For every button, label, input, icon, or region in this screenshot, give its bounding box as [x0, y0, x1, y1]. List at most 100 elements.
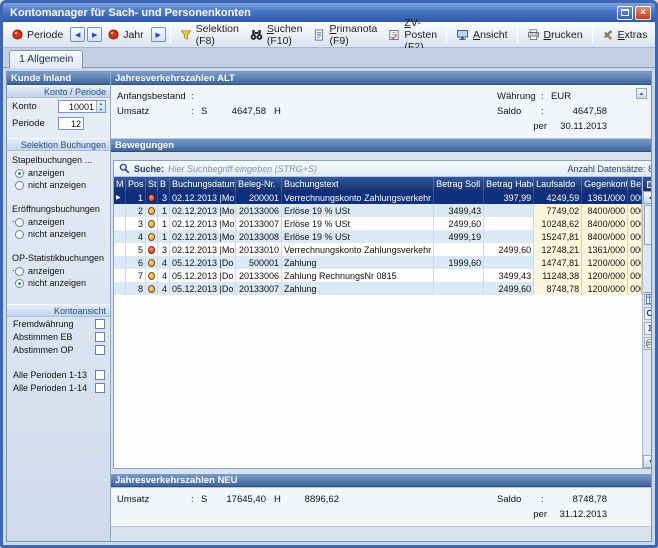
haben-indicator: H — [274, 494, 287, 505]
grid-side-tools: Σ — [643, 292, 652, 350]
column-header-m[interactable]: M — [114, 177, 126, 191]
column-header-be[interactable]: Be — [628, 177, 642, 191]
toolbar-ansicht-button[interactable]: Ansicht — [451, 26, 512, 44]
cell-be: 000 — [628, 217, 642, 230]
per-date: 31.12.2013 — [551, 509, 607, 520]
table-row[interactable]: 5302.12.2013 |Mo20133010Verrechnungskont… — [114, 243, 642, 256]
konto-input[interactable]: 10001▲▼ — [58, 100, 106, 113]
toolbar-suchen-label: Suchen (F10) — [267, 23, 303, 47]
radio-op-statistikbuchungen-nicht-anzeigen[interactable]: nicht anzeigen — [7, 277, 110, 289]
close-button[interactable]: × — [635, 6, 651, 20]
cell-buchungstext: Erlöse 19 % USt — [282, 230, 434, 243]
sum-tool-button[interactable]: Σ — [644, 322, 652, 335]
column-header-beleg-nr[interactable]: Beleg-Nr. — [236, 177, 282, 191]
saldo-value: 4647,58 — [551, 106, 607, 117]
grid-corner-button[interactable] — [643, 177, 652, 191]
scrollbar-thumb[interactable] — [644, 205, 652, 245]
search-input[interactable]: Hier Suchbegriff eingeben (STRG+S) — [168, 164, 564, 174]
scroll-up-button[interactable]: ▲ — [643, 191, 652, 204]
columns-tool-button[interactable] — [644, 292, 652, 305]
radio-stapelbuchungen-nicht-anzeigen[interactable]: nicht anzeigen — [7, 179, 110, 191]
bewegungen-header: Bewegungen — [111, 139, 651, 152]
period-checkboxes: Alle Perioden 1-13Alle Perioden 1-14 — [7, 368, 110, 394]
toolbar-drucken-button[interactable]: Drucken — [522, 26, 588, 44]
toolbar-jahr-label: Jahr — [123, 29, 143, 41]
print-tool-button[interactable] — [644, 337, 652, 350]
colon: : — [541, 91, 551, 102]
table-row[interactable]: 6405.12.2013 |Do500001Zahlung1999,601474… — [114, 256, 642, 269]
column-header-gegenkonto[interactable]: Gegenkonto — [582, 177, 628, 191]
toolbar-jahr-right-button[interactable]: ▶ — [151, 27, 166, 42]
checkbox-row-abstimmen-eb[interactable]: Abstimmen EB — [7, 330, 110, 343]
alt-scroll-up-button[interactable]: ▲ — [636, 88, 647, 99]
scroll-down-button[interactable]: ▼ — [643, 455, 652, 468]
toolbar-periode-button[interactable]: Periode — [7, 26, 68, 44]
cell-buchungstext: Verrechnungskonto Zahlungsverkehr — [282, 243, 434, 256]
status-icon — [148, 259, 155, 267]
window-title: Kontomanager für Sach- und Personenkonte… — [10, 7, 615, 19]
konto-label: Konto — [12, 101, 37, 112]
checkbox-row-alle-perioden-1-14[interactable]: Alle Perioden 1-14 — [7, 381, 110, 394]
periode-input[interactable]: 12 — [58, 117, 84, 130]
table-row[interactable]: 8405.12.2013 |Do20133007Zahlung2499,6087… — [114, 282, 642, 295]
search-tool-button[interactable] — [644, 307, 652, 320]
view-icon — [456, 29, 469, 41]
toolbar-extras-button[interactable]: Extras — [597, 26, 653, 44]
maximize-icon — [621, 9, 629, 16]
toolbar-periode-label: Periode — [27, 29, 63, 41]
umsatz-label: Umsatz — [117, 494, 191, 505]
checkbox-row-alle-perioden-1-13[interactable]: Alle Perioden 1-13 — [7, 368, 110, 381]
column-header-b[interactable]: B — [158, 177, 170, 191]
toolbar-jahr-button[interactable]: Jahr — [103, 26, 148, 44]
table-row[interactable]: 3102.12.2013 |Mo20133007Erlöse 19 % USt2… — [114, 217, 642, 230]
checkbox-row-abstimmen-op[interactable]: Abstimmen OP — [7, 343, 110, 356]
column-header-betrag-soll[interactable]: Betrag Soll — [434, 177, 484, 191]
vertical-scrollbar[interactable]: ▲ Σ ▼ — [642, 177, 652, 468]
column-header-laufsaldo[interactable]: Laufsaldo — [534, 177, 582, 191]
toolbar-selektion-button[interactable]: Selektion (F8) — [175, 20, 244, 50]
column-header-buchungsdatum[interactable]: Buchungsdatum — [170, 177, 236, 191]
column-header-pos[interactable]: Pos▲ — [126, 177, 146, 191]
field-row-konto: Konto 10001▲▼ — [7, 98, 110, 115]
toolbar-suchen-button[interactable]: Suchen (F10) — [245, 20, 308, 50]
toolbar-periode-right-button[interactable]: ▶ — [87, 27, 102, 42]
column-header-buchungstext[interactable]: Buchungstext — [282, 177, 434, 191]
radio-stapelbuchungen-anzeigen[interactable]: anzeigen — [7, 167, 110, 179]
radio-eroeffnungsbuchungen-anzeigen[interactable]: anzeigen — [7, 216, 110, 228]
radio-op-statistikbuchungen-anzeigen[interactable]: anzeigen — [7, 265, 110, 277]
cell-status — [146, 256, 158, 269]
cell-be: 000 — [628, 230, 642, 243]
maximize-button[interactable] — [617, 6, 633, 20]
cell-gegenkonto: 1200/000 — [582, 256, 628, 269]
cell-gegenkonto: 1361/000 — [582, 191, 628, 204]
toolbar-primanota-button[interactable]: Primanota (F9) — [308, 20, 382, 50]
table-row[interactable]: 2102.12.2013 |Mo20133006Erlöse 19 % USt3… — [114, 204, 642, 217]
cell-buchungsdatum: 05.12.2013 |Do — [170, 269, 236, 282]
radio-label: nicht anzeigen — [28, 180, 86, 190]
column-header-betrag-haben[interactable]: Betrag Haben — [484, 177, 534, 191]
status-icon — [148, 207, 155, 215]
column-header-st[interactable]: St — [146, 177, 158, 191]
tab-allgemein[interactable]: 1 Allgemein — [9, 50, 83, 68]
cell-betrag-haben: 2499,60 — [484, 282, 534, 295]
table-row[interactable]: ▶1302.12.2013 |Mo200001Verrechnungskonto… — [114, 191, 642, 204]
cell-be: 000 — [628, 269, 642, 282]
colon: : — [191, 494, 201, 505]
table-row[interactable]: 4102.12.2013 |Mo20133008Erlöse 19 % USt4… — [114, 230, 642, 243]
radio-eroeffnungsbuchungen-nicht-anzeigen[interactable]: nicht anzeigen — [7, 228, 110, 240]
checkbox-icon — [95, 332, 105, 342]
konto-spinner[interactable]: ▲▼ — [96, 101, 105, 112]
grid-main: MPos▲StBBuchungsdatumBeleg-Nr.Buchungste… — [114, 177, 642, 468]
bewegungen-area: Suche: Hier Suchbegriff eingeben (STRG+S… — [111, 152, 651, 474]
cell-b: 4 — [158, 256, 170, 269]
toolbar-periode-left-button[interactable]: ◀ — [70, 27, 85, 42]
cell-be: 000 — [628, 243, 642, 256]
table-row[interactable]: 7405.12.2013 |Do20133006Zahlung Rechnung… — [114, 269, 642, 282]
scrollbar-track[interactable] — [643, 350, 652, 455]
checkbox-row-fremdwaehrung[interactable]: Fremdwährung — [7, 317, 110, 330]
radio-label: anzeigen — [28, 266, 65, 276]
radio-icon — [15, 181, 24, 190]
checkbox-label: Fremdwährung — [13, 319, 74, 329]
konto-field-slot: 10001▲▼ — [58, 100, 106, 113]
radio-label: anzeigen — [28, 217, 65, 227]
